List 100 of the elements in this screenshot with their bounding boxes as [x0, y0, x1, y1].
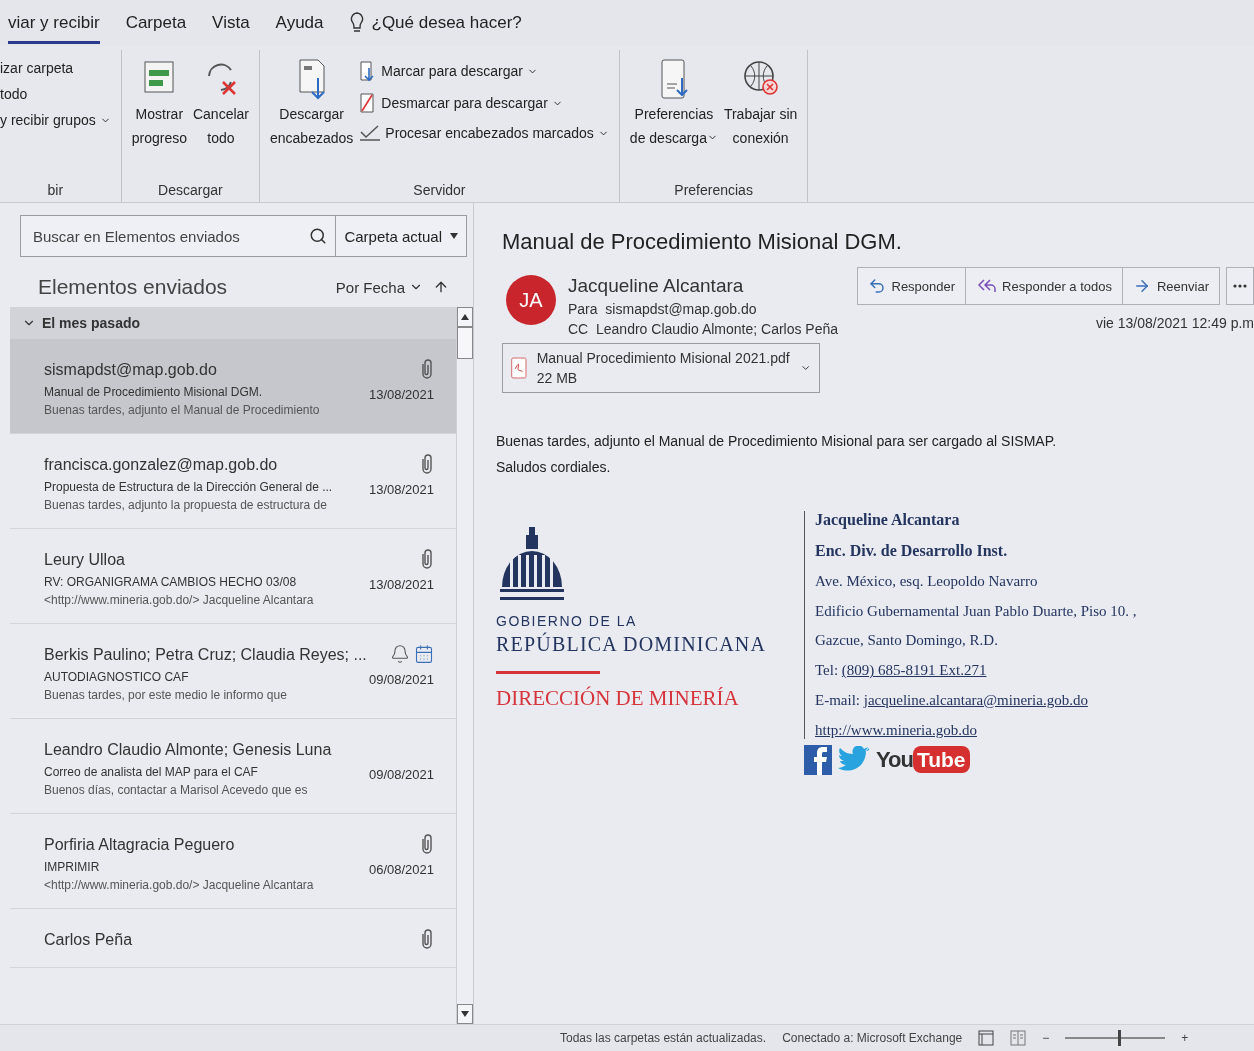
- scroll-down-icon[interactable]: [461, 1011, 469, 1017]
- message-preview: Buenas tardes, adjunto el Manual de Procedimiento: [44, 403, 320, 417]
- message-date: 06/08/2021: [368, 862, 434, 877]
- calendar-icon: [414, 644, 434, 664]
- message-sender: Berkis Paulino; Petra Cruz; Claudia Reyes; ...: [44, 645, 367, 665]
- message-sender: sismapdst@map.gob.do: [44, 360, 217, 380]
- website-link[interactable]: http://www.mineria.gob.do: [815, 721, 1137, 739]
- reply-arrow-icon: [867, 277, 886, 295]
- message-subject: IMPRIMIR: [44, 860, 100, 874]
- message-item[interactable]: sismapdst@map.gob.do Manual de Procedimiento Misional DGM. Buenas tardes, adjunto el Manual de Procedimiento 13/08/2021: [10, 339, 456, 434]
- ribbon-button[interactable]: Cancelar todo: [192, 50, 249, 150]
- more-icon: [1233, 284, 1247, 288]
- cc-line: CC Leandro Claudio Almonte; Carlos Peña: [568, 321, 839, 337]
- message-item[interactable]: Carlos Peña: [10, 909, 456, 968]
- folder-title: Elementos enviados: [38, 275, 229, 299]
- message-preview: Buenos días, contactar a Marisol Acevedo que es: [44, 783, 308, 797]
- message-preview: Buenas tardes, por este medio le informo que: [44, 688, 287, 702]
- search-field[interactable]: Buscar en Elementos enviados Carpeta actual: [20, 215, 467, 257]
- sort-dropdown[interactable]: Por Fecha: [335, 278, 423, 296]
- paperclip-icon: [420, 549, 434, 569]
- paperclip-icon: [420, 929, 434, 949]
- bell-icon: [390, 644, 410, 664]
- signature-contact: Tel: (809) 685-8191 Ext.271: [815, 662, 988, 680]
- reply-action-button[interactable]: Responder: [857, 268, 967, 304]
- ribbon-button[interactable]: Preferencias de descarga: [629, 50, 718, 150]
- ribbon-button[interactable]: Mostrar progreso: [131, 50, 187, 150]
- signature-line: Gazcue, Santo Domingo, R.D.: [815, 632, 999, 650]
- zoom-slider-thumb[interactable]: [1118, 1030, 1122, 1046]
- logo-text: DIRECCIÓN DE MINERÍA: [496, 686, 740, 711]
- status-text: Todas las carpetas están actualizadas.: [560, 1031, 767, 1045]
- facebook-logo-icon[interactable]: [804, 745, 832, 775]
- message-preview: <http://www.mineria.gob.do/> Jacqueline Alcantara: [44, 878, 314, 892]
- message-date: 09/08/2021: [368, 767, 434, 782]
- paperclip-icon: [420, 834, 434, 854]
- checkmark-icon: [359, 124, 382, 142]
- ribbon-group-label: bir: [46, 181, 65, 200]
- status-text: Conectado a: Microsoft Exchange: [782, 1031, 963, 1045]
- scrollbar[interactable]: [456, 307, 473, 1024]
- ribbon-button[interactable]: Desmarcar para descargar: [359, 92, 609, 114]
- message-preview: Buenas tardes, adjunto la propuesta de estructura de: [44, 498, 327, 512]
- signature-line: Ave. México, esq. Leopoldo Navarro: [815, 572, 1039, 590]
- message-sender: Leandro Claudio Almonte; Genesis Luna: [44, 740, 332, 760]
- to-line: Para sismapdst@map.gob.do: [568, 301, 758, 317]
- message-subject: Correo de analista del MAP para el CAF: [44, 765, 258, 779]
- signature-contact: E-mail: jacqueline.alcantara@mineria.gob.do: [815, 692, 1089, 710]
- message-date: 09/08/2021: [368, 672, 434, 687]
- ribbon-group-label: Servidor: [412, 181, 467, 200]
- message-subject: Propuesta de Estructura de la Dirección General de ...: [44, 480, 333, 494]
- ribbon-button[interactable]: todo: [0, 86, 111, 102]
- lightbulb-icon: [349, 12, 364, 34]
- attachment-card[interactable]: Manual Procedimiento Misional 2021.pdf 22 MB: [502, 343, 820, 393]
- zoom-in-button[interactable]: +: [1181, 1031, 1189, 1045]
- body-paragraph: Buenas tardes, adjunto el Manual de Procedimiento Misional para ser cargado al SISMAP.: [496, 433, 1058, 449]
- ribbon-group-label: Descargar: [157, 181, 224, 200]
- message-sender: francisca.gonzalez@map.gob.do: [44, 455, 278, 475]
- scroll-up-icon[interactable]: [461, 314, 469, 320]
- message-subject: Manual de Procedimiento Misional DGM.: [44, 385, 263, 399]
- normal-view-icon[interactable]: [978, 1030, 995, 1046]
- paperclip-icon: [420, 454, 434, 474]
- ribbon-button[interactable]: Trabajar sin conexión: [723, 50, 798, 150]
- message-sender: Carlos Peña: [44, 930, 133, 950]
- signature-line: Enc. Div. de Desarrollo Inst.: [815, 541, 1009, 560]
- tell-me-field[interactable]: ¿Qué desea hacer?: [371, 13, 522, 33]
- ribbon-button[interactable]: Marcar para descargar: [359, 60, 609, 82]
- signature-line: Jacqueline Alcantara: [815, 511, 961, 529]
- paperclip-icon: [420, 359, 434, 379]
- ribbon-button[interactable]: Descargar encabezados: [270, 50, 354, 150]
- ribbon-tab[interactable]: Ayuda: [275, 2, 324, 44]
- ribbon-button[interactable]: Procesar encabezados marcados: [359, 124, 609, 142]
- message-date: 13/08/2021: [368, 577, 434, 592]
- logo-text: REPÚBLICA DOMINICANA: [496, 631, 767, 657]
- reply-all-arrow-icon: [976, 277, 997, 295]
- contact-link[interactable]: (809) 685-8191 Ext.271: [841, 662, 987, 679]
- signature-line: Edificio Gubernamental Juan Pablo Duarte, Piso 10. ,: [815, 602, 1137, 620]
- search-icon[interactable]: [309, 227, 328, 245]
- message-title: Manual de Procedimiento Misional DGM.: [502, 229, 903, 255]
- search-scope-dropdown[interactable]: Carpeta actual: [335, 216, 466, 256]
- message-date: 13/08/2021: [368, 387, 434, 402]
- message-preview: <http://www.mineria.gob.do/> Jacqueline Alcantara: [44, 593, 314, 607]
- message-date: 13/08/2021: [368, 482, 434, 497]
- logo-text: GOBIERNO DE LA: [496, 612, 638, 631]
- ribbon-tab[interactable]: Vista: [212, 2, 250, 44]
- avatar: JA: [506, 275, 556, 325]
- sender-name: Jacqueline Alcantara: [568, 275, 745, 297]
- message-date: vie 13/08/2021 12:49 p.m: [1096, 315, 1254, 331]
- ribbon-tab[interactable]: Carpeta: [125, 2, 187, 44]
- message-sender: Porfiria Altagracia Peguero: [44, 835, 235, 855]
- reply-action-button[interactable]: Responder a todos: [966, 268, 1123, 304]
- zoom-out-button[interactable]: −: [1042, 1031, 1050, 1045]
- ribbon-button[interactable]: y recibir grupos: [0, 112, 111, 128]
- ribbon-button[interactable]: izar carpeta: [0, 60, 111, 76]
- group-header[interactable]: El mes pasado: [10, 307, 456, 339]
- contact-link[interactable]: jacqueline.alcantara@mineria.gob.do: [863, 692, 1088, 709]
- reply-action-button[interactable]: Reenviar: [1122, 268, 1219, 304]
- scroll-thumb[interactable]: [457, 327, 473, 359]
- caret-icon[interactable]: [450, 233, 458, 239]
- message-subject: AUTODIAGNOSTICO CAF: [44, 670, 189, 684]
- ribbon-tab[interactable]: viar y recibir: [8, 2, 100, 44]
- message-subject: RV: ORGANIGRAMA CAMBIOS HECHO 03/08: [44, 575, 297, 589]
- body-paragraph: Saludos cordiales.: [496, 459, 612, 475]
